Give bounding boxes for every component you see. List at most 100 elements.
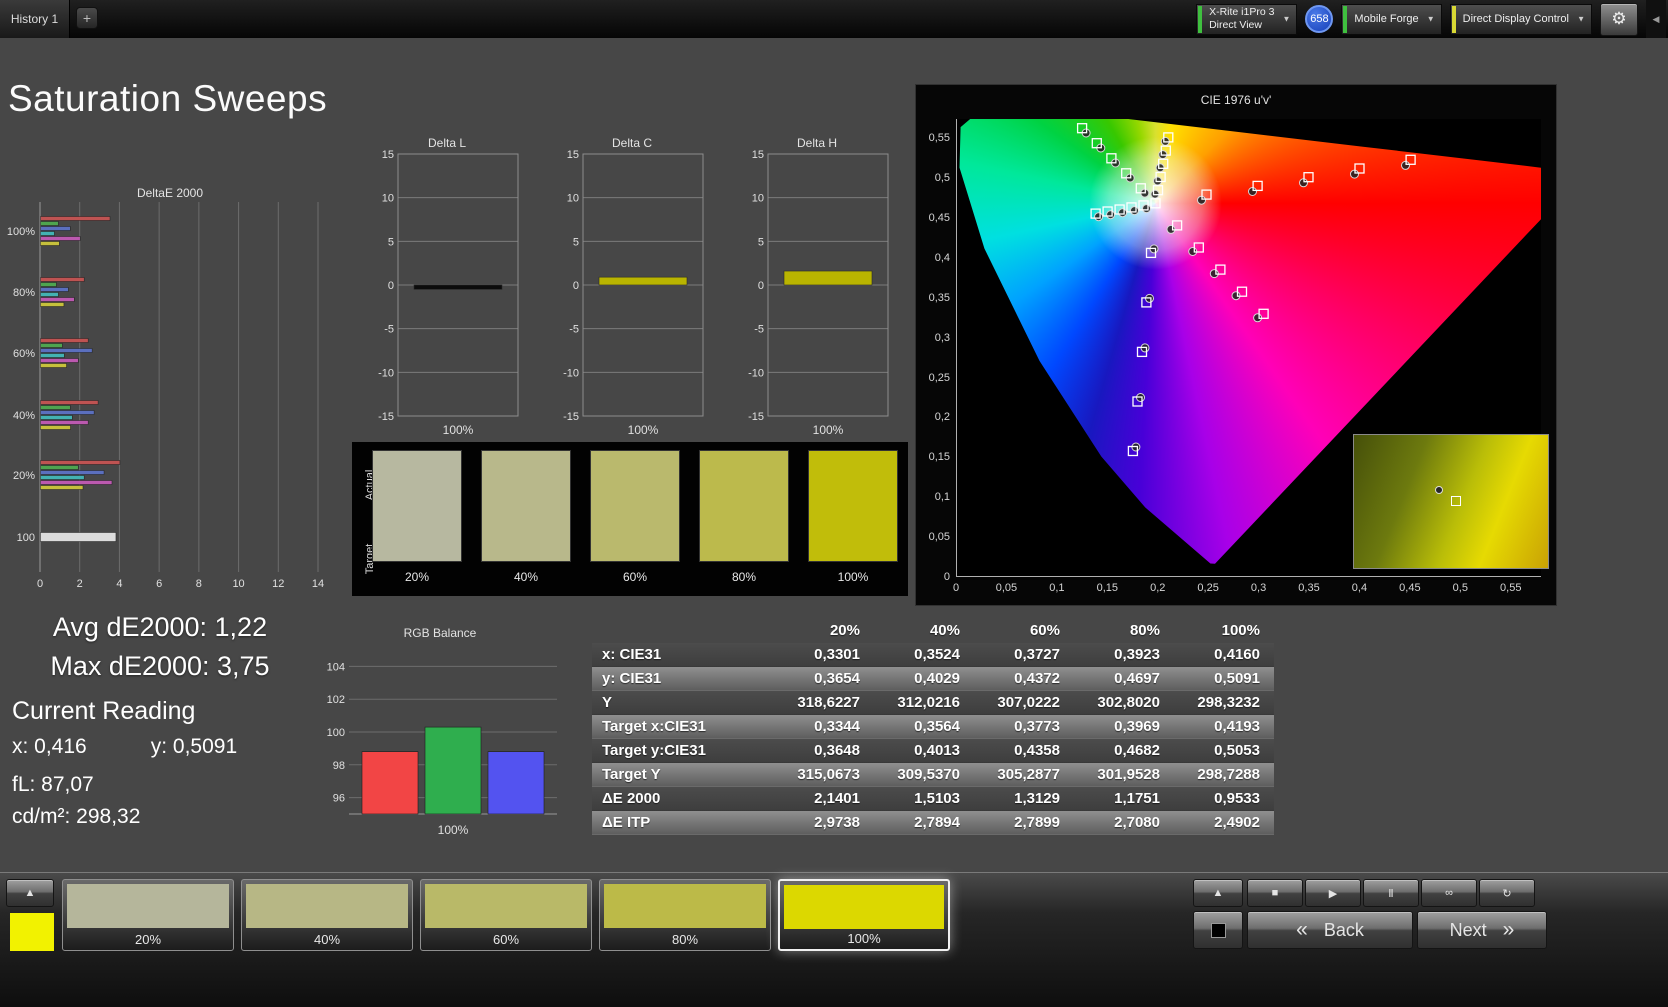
max-de2000: Max dE2000: 3,75 xyxy=(50,651,270,681)
swatch-color xyxy=(425,884,587,928)
x-tick-label: 0 xyxy=(37,578,43,590)
saturation-swatch-button-20%[interactable]: 20% xyxy=(62,879,234,951)
next-chevron-icon: » xyxy=(1502,918,1515,941)
current-y: y: 0,5091 xyxy=(150,735,238,758)
row-label: Y xyxy=(602,694,613,711)
deltae-bar xyxy=(40,460,121,465)
y-tick-label: 10 xyxy=(752,193,764,205)
patch-swatch-100% xyxy=(808,450,898,562)
rgb-balance-chart-panel: RGB Balance 104 102 100 98 96 100% xyxy=(315,626,565,842)
row-label: ΔE 2000 xyxy=(602,790,661,807)
continuous-mode-button[interactable]: ∞ xyxy=(1421,879,1477,907)
deltae-bar xyxy=(40,470,105,475)
cie-y-tick-label: 0,35 xyxy=(928,291,950,304)
row-value: 0,3564 xyxy=(914,718,960,735)
deltae-bar xyxy=(40,338,89,343)
stop-button[interactable]: ■ xyxy=(1247,879,1303,907)
meter-status-bar xyxy=(1198,5,1203,33)
play-icon: ▶ xyxy=(1328,887,1338,900)
deltae-bar xyxy=(40,226,71,231)
play-button[interactable]: ▶ xyxy=(1305,879,1361,907)
cie-x-tick-label: 0 xyxy=(952,582,960,594)
display-control-dropdown[interactable]: Direct Display Control ▼ xyxy=(1449,3,1592,35)
cie-x-tick-label: 0,25 xyxy=(1197,582,1219,594)
deltae-bar xyxy=(40,465,79,470)
row-value: 0,5053 xyxy=(1214,742,1260,759)
saturation-swatch-button-40%[interactable]: 40% xyxy=(241,879,413,951)
deltae-bar xyxy=(40,480,113,485)
y-tick-label: -5 xyxy=(384,324,394,336)
row-value: 2,7899 xyxy=(1014,814,1060,831)
cie-x-tick-label: 0,2 xyxy=(1150,582,1166,594)
display-control-label: Direct Display Control xyxy=(1462,13,1569,25)
back-button[interactable]: « Back xyxy=(1247,911,1413,949)
rgb-bar-R xyxy=(361,751,419,815)
delta-l-title: Delta L xyxy=(427,136,467,150)
saturation-swatch-button-80%[interactable]: 80% xyxy=(599,879,771,951)
inset-target-marker xyxy=(1451,496,1461,507)
next-button[interactable]: Next » xyxy=(1417,911,1547,949)
row-value: 0,4372 xyxy=(1014,670,1060,687)
page-title: Saturation Sweeps xyxy=(8,78,328,119)
expand-transport-panel-button[interactable]: ▲ xyxy=(1193,879,1243,907)
y-tick-label: -15 xyxy=(378,411,394,423)
bottombar: ▲ 20% 40% 60% 80% 100% ▲ ■ ▶ Ⅱ ∞ ↻ « Back Ne xyxy=(0,872,1668,1007)
deltae-bar xyxy=(40,405,71,410)
delta_h-bar xyxy=(783,270,873,286)
row-value: 0,4160 xyxy=(1214,646,1260,663)
collapse-panel-button[interactable]: ◀ xyxy=(1646,0,1666,38)
saturation-swatch-button-60%[interactable]: 60% xyxy=(420,879,592,951)
row-value: 2,7080 xyxy=(1114,814,1160,831)
results-table-header: 20% 40% 60% 80% 100% xyxy=(592,618,1274,643)
settings-button[interactable]: ⚙ xyxy=(1600,2,1638,36)
patch-swatch-40% xyxy=(481,450,571,562)
deltae-bar xyxy=(40,348,93,353)
pause-button[interactable]: Ⅱ xyxy=(1363,879,1419,907)
row-value: 0,4697 xyxy=(1114,670,1160,687)
current-reading-title: Current Reading xyxy=(12,697,196,725)
reading-count-badge[interactable]: 658 xyxy=(1305,5,1334,33)
cie-x-tick-label: 0,5 xyxy=(1452,582,1468,594)
x-tick-label: 8 xyxy=(196,578,202,590)
saturation-swatch-button-100%[interactable]: 100% xyxy=(778,879,950,951)
cie-x-tick-label: 0,35 xyxy=(1298,582,1320,594)
row-value: 307,0222 xyxy=(997,694,1060,711)
rgb-balance-svg: 104 102 100 98 96 100% xyxy=(327,661,557,837)
patch-swatch-label: 100% xyxy=(837,570,869,584)
meter-mode: Direct View xyxy=(1209,19,1262,31)
stop-icon: ■ xyxy=(1271,887,1279,899)
tab-history-1[interactable]: History 1 xyxy=(0,0,70,38)
source-dropdown[interactable]: Mobile Forge ▼ xyxy=(1341,3,1442,35)
add-tab-button[interactable]: + xyxy=(76,7,98,29)
row-value: 0,3727 xyxy=(1014,646,1060,663)
collapse-arrow-icon: ◀ xyxy=(1652,13,1660,24)
meter-dropdown[interactable]: X-Rite i1Pro 3 Direct View ▼ xyxy=(1196,3,1298,35)
row-value: 0,3648 xyxy=(814,742,860,759)
expand-patch-panel-button[interactable]: ▲ xyxy=(6,879,54,907)
row-label: Target x:CIE31 xyxy=(602,718,706,735)
cie-y-tick-label: 0,2 xyxy=(934,411,950,424)
y-tick-label: 5 xyxy=(758,236,764,248)
row-value: 0,4013 xyxy=(914,742,960,759)
infinity-icon: ∞ xyxy=(1445,887,1453,899)
pause-icon: Ⅱ xyxy=(1388,887,1394,900)
measured-point xyxy=(1106,210,1116,220)
loop-button[interactable]: ↻ xyxy=(1479,879,1535,907)
cie-title: CIE 1976 u'v' xyxy=(1200,93,1272,107)
deltae-bar xyxy=(40,343,63,348)
row-value: 2,4902 xyxy=(1214,814,1260,831)
deltae-bar xyxy=(40,400,99,405)
delta-l-plot: 15 10 5 0 -5 -10 -15 100% xyxy=(372,149,522,444)
deltae-bar xyxy=(40,363,67,368)
cie-y-tick-label: 0,1 xyxy=(934,491,950,504)
delta_l-bar xyxy=(413,284,503,290)
table-row: Target Y 315,0673 309,5370 305,2877 301,9528… xyxy=(592,763,1274,787)
cie-zoom-inset xyxy=(1353,434,1549,569)
results-table-column-header: 40% xyxy=(929,622,960,639)
delta_l-svg: 15 10 5 0 -5 -10 -15 100% xyxy=(378,149,519,437)
swatch-label: 40% xyxy=(313,932,341,947)
y-tick-label: 5 xyxy=(388,236,394,248)
deltae-bar xyxy=(40,277,85,282)
deltae-bar xyxy=(40,425,71,430)
blank-screen-button[interactable] xyxy=(1193,911,1243,949)
